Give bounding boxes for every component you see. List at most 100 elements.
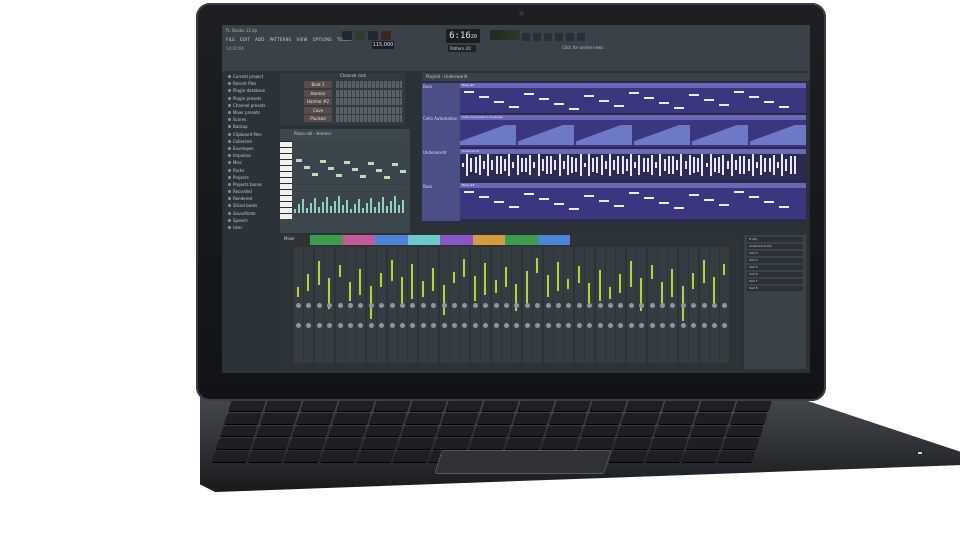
browser-item[interactable]: Clipboard files bbox=[226, 131, 278, 138]
volume-knob[interactable] bbox=[296, 323, 301, 328]
velocity-bar[interactable] bbox=[378, 202, 380, 213]
track-lane[interactable]: Bass #2 bbox=[460, 83, 806, 113]
pan-knob[interactable] bbox=[556, 303, 561, 308]
mixer-track[interactable] bbox=[439, 247, 449, 363]
velocity-bar[interactable] bbox=[302, 199, 304, 213]
pan-knob[interactable] bbox=[712, 303, 717, 308]
mixer-track[interactable] bbox=[699, 247, 709, 363]
note-grid[interactable] bbox=[292, 141, 406, 219]
pan-knob[interactable] bbox=[639, 303, 645, 308]
playlist-track[interactable]: Cello Automation Cello Automation envelop… bbox=[422, 115, 806, 149]
pan-knob[interactable] bbox=[296, 303, 301, 308]
channel-button[interactable]: Cave FX_delay bbox=[304, 106, 332, 120]
volume-knob[interactable] bbox=[337, 323, 343, 328]
note[interactable] bbox=[312, 173, 318, 176]
note[interactable] bbox=[336, 174, 342, 177]
pattern-song-toggle[interactable] bbox=[342, 31, 352, 40]
note[interactable] bbox=[344, 161, 350, 164]
pan-knob[interactable] bbox=[379, 303, 385, 308]
velocity-bar[interactable] bbox=[366, 203, 368, 213]
pan-knob[interactable] bbox=[649, 303, 655, 308]
velocity-bar[interactable] bbox=[362, 208, 364, 213]
volume-knob[interactable] bbox=[628, 323, 634, 328]
mixer-track[interactable] bbox=[366, 247, 376, 363]
pan-knob[interactable] bbox=[535, 303, 541, 308]
volume-knob[interactable] bbox=[649, 323, 655, 328]
pan-knob[interactable] bbox=[400, 303, 405, 308]
velocity-bar[interactable] bbox=[374, 207, 376, 213]
pattern-selector[interactable]: Pattern 20 bbox=[448, 45, 476, 52]
volume-knob[interactable] bbox=[608, 323, 613, 328]
note[interactable] bbox=[384, 176, 390, 179]
pan-knob[interactable] bbox=[410, 303, 416, 308]
pan-knob[interactable] bbox=[670, 303, 676, 308]
track-label[interactable]: Bass bbox=[422, 83, 460, 115]
mixer-track[interactable] bbox=[616, 247, 626, 363]
pan-knob[interactable] bbox=[493, 303, 499, 308]
pan-knob[interactable] bbox=[472, 303, 478, 308]
note[interactable] bbox=[392, 163, 398, 166]
volume-knob[interactable] bbox=[576, 323, 582, 328]
velocity-bar[interactable] bbox=[330, 206, 332, 213]
pan-knob[interactable] bbox=[316, 303, 322, 308]
volume-knob[interactable] bbox=[483, 323, 489, 328]
step-sequencer[interactable] bbox=[336, 115, 402, 122]
mixer-track[interactable] bbox=[491, 247, 501, 363]
browser-item[interactable]: Recorded bbox=[226, 188, 278, 195]
browser-item[interactable]: Recent files bbox=[226, 80, 278, 87]
browser-item[interactable]: Soundfonts bbox=[226, 210, 278, 217]
volume-knob[interactable] bbox=[431, 323, 437, 328]
volume-knob[interactable] bbox=[452, 323, 457, 328]
note[interactable] bbox=[304, 166, 310, 169]
velocity-bar[interactable] bbox=[354, 204, 356, 213]
pan-knob[interactable] bbox=[587, 303, 593, 308]
mixer-track[interactable] bbox=[304, 247, 314, 363]
volume-knob[interactable] bbox=[348, 323, 353, 328]
velocity-bar[interactable] bbox=[334, 201, 336, 213]
volume-knob[interactable] bbox=[368, 323, 374, 328]
playlist-track[interactable]: Bass Bass #3 bbox=[422, 183, 806, 221]
volume-knob[interactable] bbox=[701, 323, 707, 328]
volume-knob[interactable] bbox=[379, 323, 385, 328]
volume-knob[interactable] bbox=[712, 323, 717, 328]
mixer-track[interactable] bbox=[314, 247, 324, 363]
note[interactable] bbox=[368, 162, 374, 165]
browser-item[interactable]: Misc bbox=[226, 159, 278, 166]
mixer-track[interactable] bbox=[346, 247, 355, 363]
mixer-track[interactable] bbox=[626, 247, 636, 363]
fx-slot[interactable]: Slot 8 bbox=[747, 286, 803, 291]
volume-knob[interactable] bbox=[462, 323, 468, 328]
pan-knob[interactable] bbox=[306, 303, 312, 308]
volume-knob[interactable] bbox=[597, 323, 603, 328]
volume-knob[interactable] bbox=[691, 323, 697, 328]
pan-knob[interactable] bbox=[566, 303, 572, 308]
mixer-track[interactable] bbox=[294, 247, 303, 363]
play-button[interactable] bbox=[355, 31, 365, 40]
mixer-track[interactable] bbox=[460, 247, 470, 363]
browser-item[interactable]: Current project bbox=[226, 73, 278, 80]
fx-slot[interactable]: Slot 5 bbox=[747, 265, 803, 270]
fx-slot[interactable]: Slot 6 bbox=[747, 272, 803, 277]
pan-knob[interactable] bbox=[545, 303, 551, 308]
pan-knob[interactable] bbox=[691, 303, 697, 308]
menu-item[interactable]: EDIT bbox=[240, 37, 250, 42]
browser-item[interactable]: Backup bbox=[226, 123, 278, 130]
velocity-bar[interactable] bbox=[322, 202, 324, 213]
browser-item[interactable]: Impulses bbox=[226, 152, 278, 159]
browser-item[interactable]: User bbox=[226, 224, 278, 231]
step-sequencer[interactable] bbox=[336, 81, 402, 88]
online-news[interactable]: Click for online news bbox=[562, 45, 603, 50]
pan-knob[interactable] bbox=[420, 303, 426, 308]
channel-button[interactable]: Harmor #2 bbox=[304, 98, 332, 105]
pan-knob[interactable] bbox=[358, 303, 364, 308]
pan-knob[interactable] bbox=[337, 303, 343, 308]
mixer-track[interactable] bbox=[574, 247, 584, 363]
track-lane[interactable]: Bass #3 bbox=[460, 183, 806, 219]
velocity-bar[interactable] bbox=[298, 204, 300, 213]
mixer-track[interactable] bbox=[554, 247, 563, 363]
note[interactable] bbox=[360, 175, 366, 178]
mixer-track[interactable] bbox=[720, 247, 730, 363]
volume-knob[interactable] bbox=[524, 323, 530, 328]
volume-knob[interactable] bbox=[587, 323, 593, 328]
volume-knob[interactable] bbox=[566, 323, 572, 328]
